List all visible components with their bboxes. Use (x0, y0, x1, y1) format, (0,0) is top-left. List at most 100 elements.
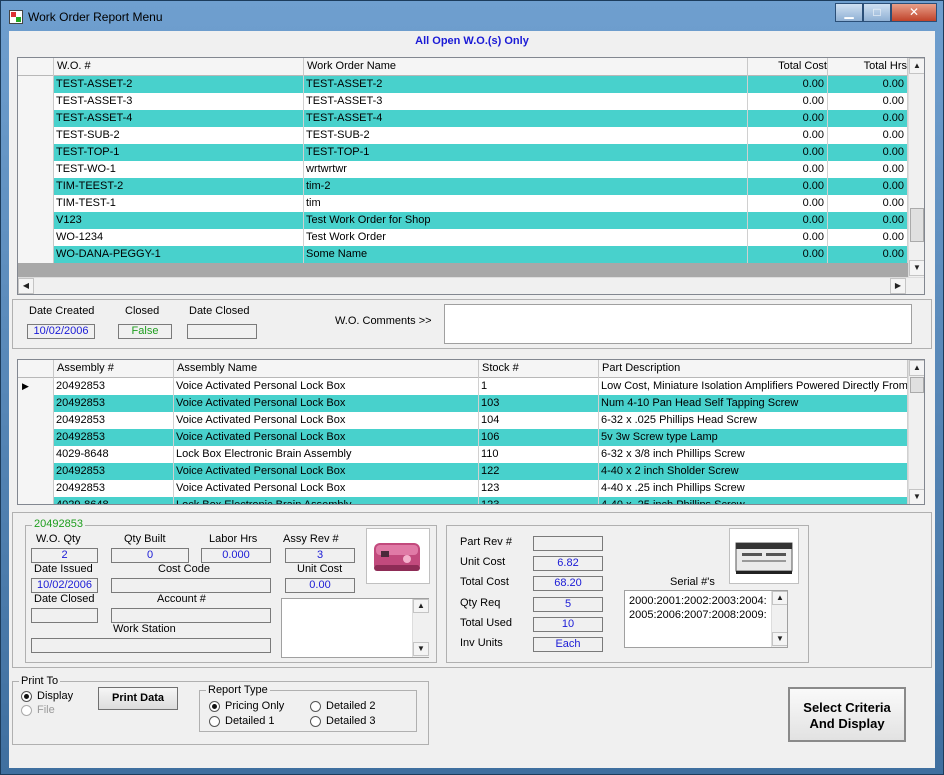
row-header[interactable] (18, 412, 54, 429)
column-header-total-cost[interactable]: Total Cost (748, 58, 828, 76)
table-row[interactable]: TEST-ASSET-2 TEST-ASSET-2 0.00 0.00 (18, 76, 908, 93)
table-cell: 4029-8648 (54, 446, 174, 463)
table-cell: 0.00 (828, 229, 908, 246)
work-order-vscroll[interactable]: ▲ ▼ (908, 58, 924, 277)
scroll-up-icon[interactable]: ▲ (909, 360, 924, 376)
row-header[interactable] (18, 463, 54, 480)
table-row[interactable]: WO-DANA-PEGGY-1 Some Name 0.00 0.00 (18, 246, 908, 263)
part-rev-field (533, 536, 603, 551)
row-header[interactable] (18, 429, 54, 446)
table-row[interactable]: 20492853 Voice Activated Personal Lock Bo… (18, 429, 908, 446)
assy-rev-label: Assy Rev # (283, 533, 339, 545)
row-header[interactable] (18, 497, 54, 504)
scroll-thumb[interactable] (910, 377, 924, 393)
row-header[interactable] (18, 93, 54, 110)
assembly-notes-textarea[interactable]: ▲ ▼ (281, 598, 429, 658)
radio-display[interactable]: Display (21, 690, 73, 702)
table-row[interactable]: TEST-WO-1 wrtwrtwr 0.00 0.00 (18, 161, 908, 178)
table-row[interactable]: TEST-SUB-2 TEST-SUB-2 0.00 0.00 (18, 127, 908, 144)
scroll-left-icon[interactable]: ◀ (18, 278, 34, 294)
row-header[interactable] (18, 127, 54, 144)
table-row[interactable]: TIM-TEEST-2 tim-2 0.00 0.00 (18, 178, 908, 195)
close-button[interactable]: ✕ (891, 3, 937, 22)
assembly-group-title: 20492853 (32, 518, 85, 530)
scroll-right-icon[interactable]: ▶ (890, 278, 906, 294)
scroll-down-icon[interactable]: ▼ (909, 260, 924, 276)
date-created-field: 10/02/2006 (27, 324, 95, 339)
work-station-label: Work Station (113, 623, 176, 635)
table-cell: 0.00 (748, 76, 828, 93)
scroll-thumb[interactable] (910, 208, 924, 242)
row-header[interactable] (18, 229, 54, 246)
table-row[interactable]: 4029-8648 Lock Box Electronic Brain Assem… (18, 497, 908, 504)
table-row[interactable]: TIM-TEST-1 tim 0.00 0.00 (18, 195, 908, 212)
table-row[interactable]: V123 Test Work Order for Shop 0.00 0.00 (18, 212, 908, 229)
wo-comments-textarea[interactable] (444, 304, 912, 344)
wo-qty-label: W.O. Qty (36, 533, 81, 545)
row-header[interactable] (18, 76, 54, 93)
scroll-up-icon[interactable]: ▲ (772, 591, 787, 605)
table-cell: 0.00 (828, 246, 908, 263)
table-cell: TIM-TEST-1 (54, 195, 304, 212)
work-order-hscroll[interactable]: ◀ ▶ (18, 277, 924, 294)
row-header[interactable] (18, 480, 54, 497)
table-row[interactable]: 20492853 Voice Activated Personal Lock Bo… (18, 463, 908, 480)
row-header[interactable] (18, 195, 54, 212)
column-header-assembly-name[interactable]: Assembly Name (174, 360, 479, 378)
radio-pricing-only[interactable]: Pricing Only (209, 700, 284, 712)
work-order-grid[interactable]: W.O. # Work Order Name Total Cost Total … (17, 57, 925, 295)
table-row[interactable]: ▶ 20492853 Voice Activated Personal Lock B… (18, 378, 908, 395)
row-header[interactable] (18, 144, 54, 161)
grid-empty-area (18, 263, 908, 277)
table-cell: 4-40 x 2 inch Sholder Screw (599, 463, 908, 480)
table-row[interactable]: 20492853 Voice Activated Personal Lock Bo… (18, 480, 908, 497)
date-created-label: Date Created (29, 305, 95, 317)
table-row[interactable]: 4029-8648 Lock Box Electronic Brain Assem… (18, 446, 908, 463)
select-criteria-button[interactable]: Select Criteria And Display (788, 687, 906, 742)
radio-detailed-3[interactable]: Detailed 3 (310, 715, 376, 727)
row-header[interactable] (18, 246, 54, 263)
title-bar[interactable]: Work Order Report Menu ▁ □ ✕ (1, 1, 943, 31)
table-row[interactable]: TEST-ASSET-3 TEST-ASSET-3 0.00 0.00 (18, 93, 908, 110)
scroll-down-icon[interactable]: ▼ (413, 642, 429, 656)
radio-detailed-2[interactable]: Detailed 2 (310, 700, 376, 712)
serial-vscroll[interactable]: ▲ ▼ (771, 591, 787, 647)
notes-vscroll[interactable]: ▲ ▼ (412, 599, 429, 657)
column-header-stock-number[interactable]: Stock # (479, 360, 599, 378)
column-header-total-hrs[interactable]: Total Hrs (828, 58, 908, 76)
print-data-button[interactable]: Print Data (98, 687, 178, 710)
column-header-assembly-number[interactable]: Assembly # (54, 360, 174, 378)
row-header[interactable]: ▶ (18, 378, 54, 395)
row-header[interactable] (18, 446, 54, 463)
maximize-button[interactable]: □ (863, 3, 891, 22)
table-cell: Test Work Order for Shop (304, 212, 748, 229)
scroll-down-icon[interactable]: ▼ (772, 632, 787, 646)
radio-file[interactable]: File (21, 704, 55, 716)
serial-list[interactable]: 2000:2001:2002:2003:2004: 2005:2006:2007… (624, 590, 788, 648)
row-header[interactable] (18, 212, 54, 229)
row-header[interactable] (18, 395, 54, 412)
table-cell: 0.00 (828, 76, 908, 93)
wo-comments-label: W.O. Comments >> (335, 315, 432, 327)
table-row[interactable]: TEST-TOP-1 TEST-TOP-1 0.00 0.00 (18, 144, 908, 161)
table-row[interactable]: 20492853 Voice Activated Personal Lock Bo… (18, 412, 908, 429)
column-header-wo-number[interactable]: W.O. # (54, 58, 304, 76)
minimize-button[interactable]: ▁ (835, 3, 863, 22)
table-cell: 20492853 (54, 429, 174, 446)
table-row[interactable]: 20492853 Voice Activated Personal Lock Bo… (18, 395, 908, 412)
scroll-down-icon[interactable]: ▼ (909, 489, 924, 504)
details-section: 20492853 W.O. Qty 2 Qty Built 0 Labor Hr… (12, 512, 932, 668)
scroll-up-icon[interactable]: ▲ (909, 58, 924, 74)
assembly-grid[interactable]: Assembly # Assembly Name Stock # Part De… (17, 359, 925, 505)
column-header-part-description[interactable]: Part Description (599, 360, 908, 378)
scroll-up-icon[interactable]: ▲ (413, 599, 429, 613)
radio-detailed-1[interactable]: Detailed 1 (209, 715, 275, 727)
row-header[interactable] (18, 161, 54, 178)
row-header[interactable] (18, 178, 54, 195)
row-header[interactable] (18, 110, 54, 127)
assembly-vscroll[interactable]: ▲ ▼ (908, 360, 924, 504)
table-row[interactable]: TEST-ASSET-4 TEST-ASSET-4 0.00 0.00 (18, 110, 908, 127)
column-header-wo-name[interactable]: Work Order Name (304, 58, 748, 76)
select-criteria-line2: And Display (809, 716, 885, 731)
table-row[interactable]: WO-1234 Test Work Order 0.00 0.00 (18, 229, 908, 246)
